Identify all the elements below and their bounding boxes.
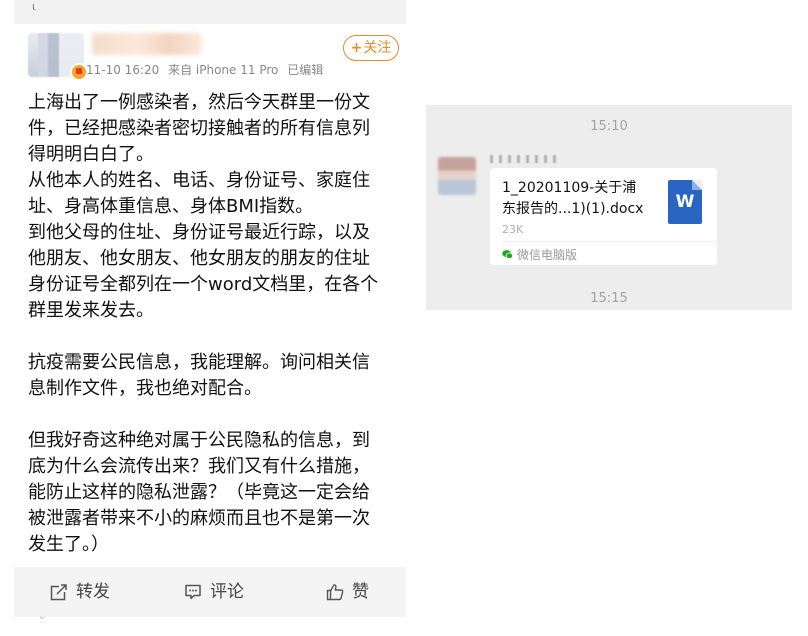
file-name-line: 东报告的...1)(1).docx: [502, 201, 644, 217]
post-line: 身份证号全都列在一个word文档里，在各个: [28, 274, 379, 295]
comment-icon: [185, 584, 201, 600]
word-icon-letter: W: [675, 192, 695, 212]
sender-name-blurred: [490, 155, 560, 163]
post-line: 上海出了一例感染者，然后今天群里一份文: [28, 92, 370, 113]
chat-avatar[interactable]: [438, 157, 476, 195]
post-line: 他朋友、他女朋友、他女朋友的朋友的住址: [28, 248, 370, 269]
post-line: 址、身高体重信息、身体BMI指数。: [28, 196, 314, 217]
chat-timestamp: 15:10: [590, 119, 628, 134]
thumbs-up-icon: [326, 584, 344, 601]
post-line: 能防止这样的隐私泄露？（毕竟这一定会给: [28, 482, 370, 503]
divider: [502, 241, 717, 242]
comment-button[interactable]: 评论: [184, 567, 244, 617]
plus-icon: +: [350, 40, 363, 56]
word-document-icon: W: [668, 180, 702, 224]
bottom-mark: ᵕ: [40, 614, 45, 625]
post-top-strip: ι: [14, 0, 406, 24]
file-source-label: 微信电脑版: [517, 248, 578, 262]
post-line: 抗疫需要公民信息，我能理解。询问相关信: [28, 352, 370, 373]
file-source: 微信电脑版: [502, 246, 577, 263]
post-line: 群里发来发去。: [28, 300, 154, 321]
follow-label: 关注: [363, 40, 392, 56]
wechat-chat-panel: 15:10 1_20201109-关于浦 东报告的...1)(1).docx 2…: [426, 105, 792, 310]
follow-button[interactable]: +关注: [343, 35, 399, 61]
top-mark: ι: [32, 0, 36, 13]
comment-label: 评论: [210, 582, 244, 602]
wechat-icon: [502, 250, 513, 259]
post-date: 11-10 16:20: [86, 63, 160, 77]
post-line: 底为什么会流传出来？我们又有什么措施，: [28, 456, 370, 477]
username-blurred[interactable]: [92, 33, 202, 55]
post-meta: 11-10 16:20 来自 iPhone 11 Pro 已编辑: [86, 61, 328, 78]
post-line: 但我好奇这种绝对属于公民隐私的信息，到: [28, 430, 370, 451]
post-edited[interactable]: 已编辑: [287, 63, 323, 77]
file-name-line: 1_20201109-关于浦: [502, 180, 637, 196]
file-size: 23K: [502, 223, 524, 236]
post-line: 得明明白白了。: [28, 144, 154, 165]
file-name: 1_20201109-关于浦 东报告的...1)(1).docx: [502, 178, 662, 220]
post-body: 上海出了一例感染者，然后今天群里一份文 件，已经把感染者密切接触者的所有信息列 …: [28, 90, 400, 558]
like-label: 赞: [352, 582, 369, 602]
weibo-post: ι 11-10 16:20 来自 iPhone 11 Pro 已编辑 +关注 上…: [14, 0, 406, 636]
chat-timestamp: 15:15: [590, 291, 628, 306]
post-line: 从他本人的姓名、电话、身份证号、家庭住: [28, 170, 370, 191]
post-line: 发生了。）: [28, 534, 109, 555]
share-button[interactable]: 转发: [50, 567, 110, 617]
post-source: 来自 iPhone 11 Pro: [168, 63, 279, 77]
post-line: 息制作文件，我也绝对配合。: [28, 378, 262, 399]
share-label: 转发: [76, 582, 110, 602]
post-line: 被泄露者带来不小的麻烦而且也不是第一次: [28, 508, 370, 529]
post-action-bar: 转发 评论 赞: [14, 567, 406, 617]
like-button[interactable]: 赞: [326, 567, 369, 617]
share-icon: [50, 583, 68, 601]
post-line: 到他父母的住址、身份证号最近行踪，以及: [28, 222, 370, 243]
post-line: 件，已经把感染者密切接触者的所有信息列: [28, 118, 370, 139]
file-message-card[interactable]: 1_20201109-关于浦 东报告的...1)(1).docx 23K W 微…: [490, 168, 717, 265]
